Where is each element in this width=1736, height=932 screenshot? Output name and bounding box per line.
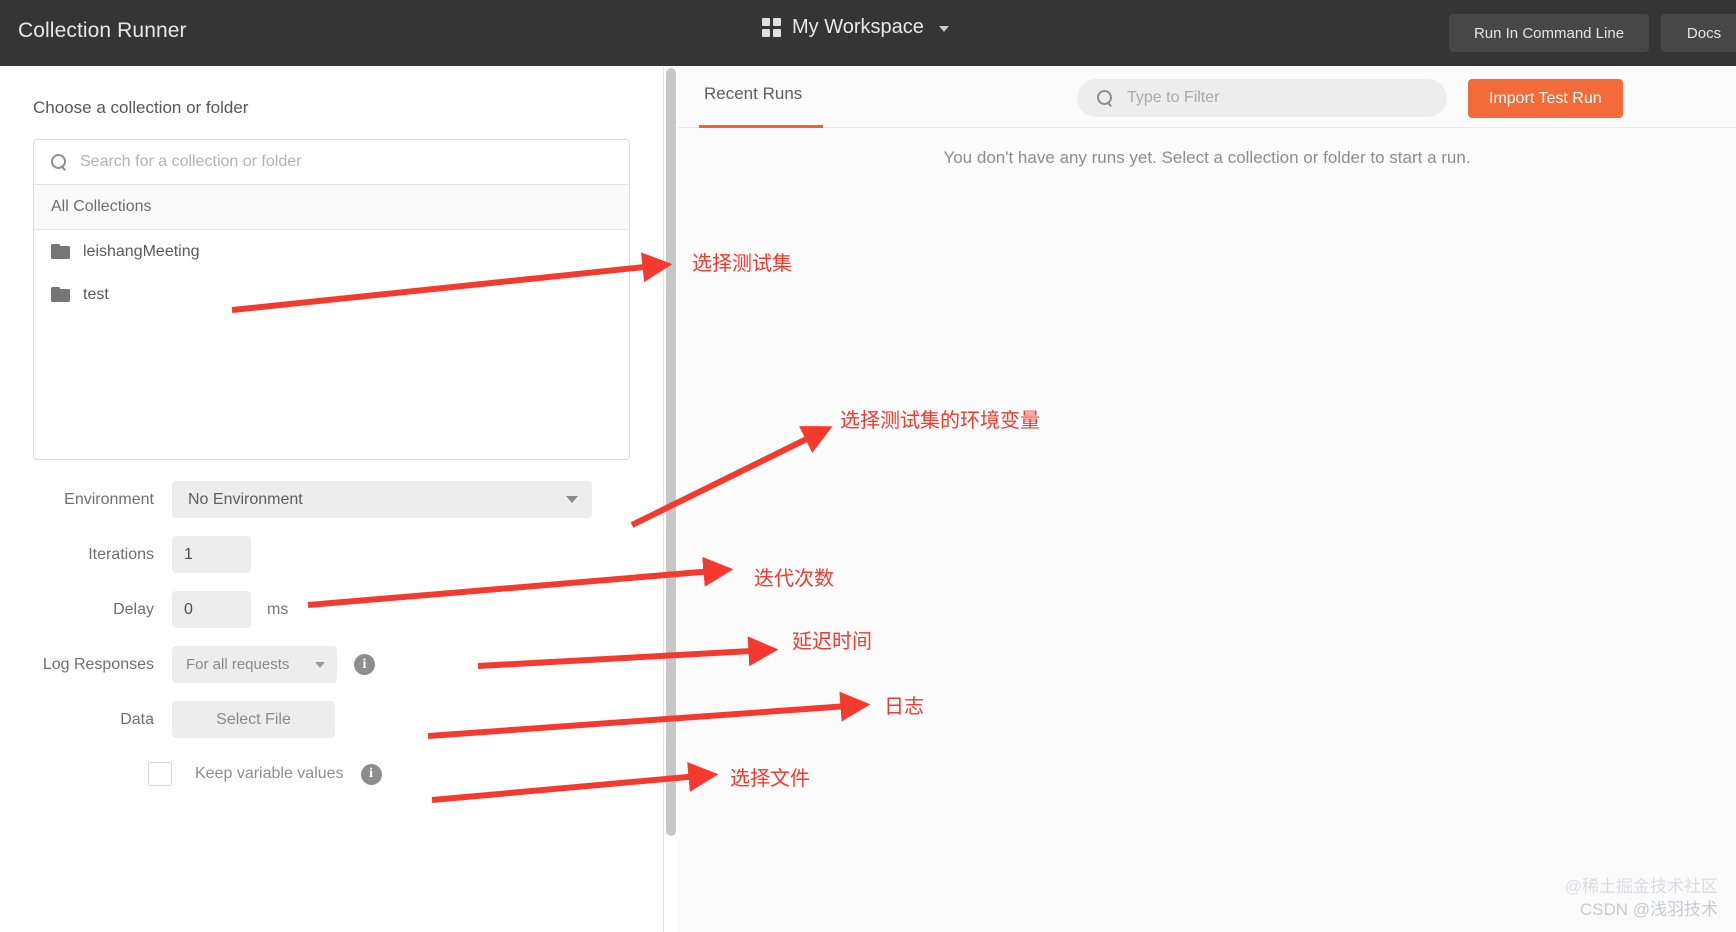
chevron-down-icon xyxy=(938,26,949,32)
log-responses-label: Log Responses xyxy=(42,655,154,673)
log-responses-value: For all requests xyxy=(186,656,290,673)
folder-icon xyxy=(51,287,70,302)
grid-icon xyxy=(762,18,781,37)
environment-select[interactable]: No Environment xyxy=(172,481,592,518)
select-file-button[interactable]: Select File xyxy=(172,701,335,738)
empty-state-message: You don't have any runs yet. Select a co… xyxy=(943,148,1471,167)
iterations-input[interactable] xyxy=(172,536,251,573)
chevron-down-icon xyxy=(315,661,325,668)
panel-divider xyxy=(663,66,664,932)
collection-item-label: test xyxy=(83,285,109,303)
run-in-command-line-button[interactable]: Run In Command Line xyxy=(1449,14,1649,52)
left-config-panel: Choose a collection or folder All Collec… xyxy=(0,66,677,932)
delay-unit-label: ms xyxy=(267,600,289,618)
tab-recent-runs[interactable]: Recent Runs xyxy=(704,84,802,104)
right-runs-panel: Recent Runs Import Test Run You don't ha… xyxy=(678,66,1736,932)
collection-item-test[interactable]: test xyxy=(34,273,629,316)
docs-button[interactable]: Docs xyxy=(1661,14,1736,52)
iterations-label: Iterations xyxy=(88,545,154,563)
filter-input[interactable] xyxy=(1127,89,1417,107)
tab-active-indicator xyxy=(699,125,823,128)
environment-value: No Environment xyxy=(188,490,303,508)
collection-search-input[interactable] xyxy=(80,153,600,171)
chevron-down-icon xyxy=(566,496,578,503)
all-collections-row[interactable]: All Collections xyxy=(34,185,629,230)
delay-row: Delay ms xyxy=(0,591,677,628)
folder-icon xyxy=(51,244,70,259)
delay-label: Delay xyxy=(113,600,154,618)
page-title: Collection Runner xyxy=(18,19,187,42)
keep-variable-values-label: Keep variable values xyxy=(195,765,344,782)
workspace-selector[interactable]: My Workspace xyxy=(762,16,949,39)
choose-collection-label: Choose a collection or folder xyxy=(33,98,249,117)
keep-variable-values-checkbox[interactable] xyxy=(148,762,172,786)
keep-variable-values-row: Keep variable values i xyxy=(0,762,677,786)
top-header-bar: Collection Runner My Workspace Run In Co… xyxy=(0,0,1736,66)
info-icon[interactable]: i xyxy=(354,654,375,675)
workspace-name: My Workspace xyxy=(792,16,924,38)
data-label: Data xyxy=(120,710,154,728)
iterations-row: Iterations xyxy=(0,536,677,573)
delay-input[interactable] xyxy=(172,591,251,628)
collection-search-row xyxy=(34,140,629,185)
filter-box xyxy=(1077,79,1447,117)
info-icon[interactable]: i xyxy=(360,763,382,785)
collection-list-box: All Collections leishangMeeting test xyxy=(33,139,630,460)
environment-row: Environment No Environment xyxy=(0,481,677,518)
collection-item-label: leishangMeeting xyxy=(83,242,200,260)
collection-item-leishangmeeting[interactable]: leishangMeeting xyxy=(34,230,629,273)
import-test-run-button[interactable]: Import Test Run xyxy=(1468,79,1623,118)
data-row: Data Select File xyxy=(0,701,677,738)
left-panel-scrollbar[interactable] xyxy=(666,68,676,836)
run-settings-form: Environment No Environment Iterations De… xyxy=(0,481,677,786)
search-icon xyxy=(51,154,67,170)
log-responses-select[interactable]: For all requests xyxy=(172,646,337,683)
log-responses-row: Log Responses For all requests i xyxy=(0,646,677,683)
collection-runner-window: Collection Runner My Workspace Run In Co… xyxy=(0,0,1736,932)
search-icon xyxy=(1097,90,1113,106)
environment-label: Environment xyxy=(64,490,154,508)
runs-tabbar: Recent Runs Import Test Run xyxy=(678,66,1736,128)
